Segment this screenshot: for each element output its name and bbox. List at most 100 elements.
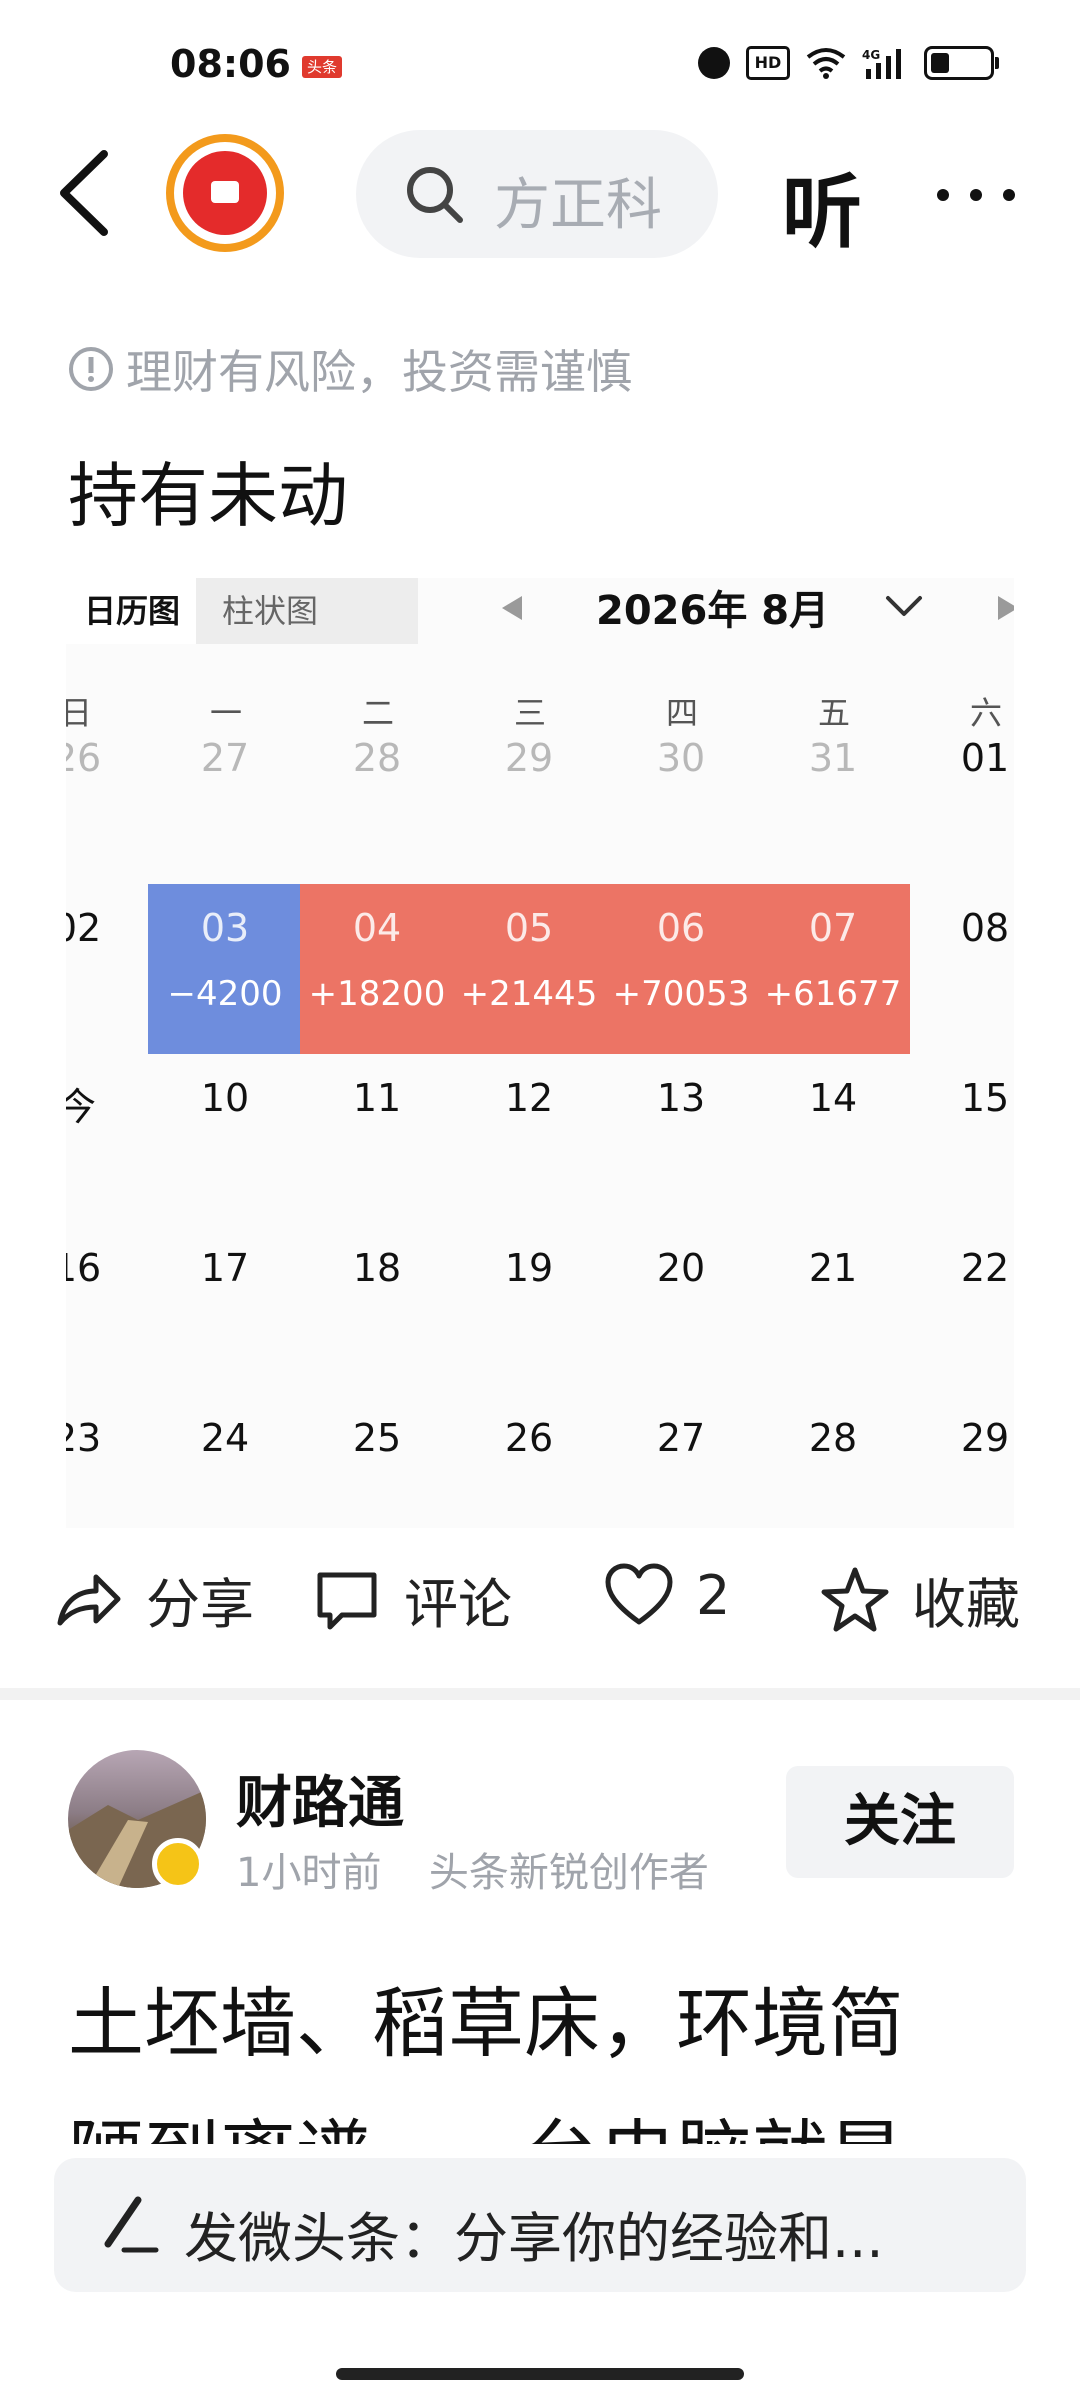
calendar-day-cell[interactable]: 16 xyxy=(66,1224,154,1394)
search-bar[interactable]: 方正科 xyxy=(356,130,718,258)
calendar-day-cell[interactable]: 19 xyxy=(452,1224,606,1394)
day-number: 27 xyxy=(656,1416,706,1460)
day-number: 29 xyxy=(504,736,554,780)
calendar-day-cell[interactable]: 29 xyxy=(452,714,606,884)
calendar-day-cell[interactable]: 22 xyxy=(908,1224,1014,1394)
back-arrow-icon[interactable] xyxy=(54,148,114,238)
tab-calendar-view[interactable]: 日历图 xyxy=(66,578,198,644)
home-indicator[interactable] xyxy=(336,2368,744,2380)
day-number: 26 xyxy=(504,1416,554,1460)
calendar-day-cell[interactable]: 12 xyxy=(452,1054,606,1224)
calendar-day-cell[interactable]: 23 xyxy=(66,1394,154,1528)
day-number: 22 xyxy=(960,1246,1010,1290)
day-number: 27 xyxy=(200,736,250,780)
calendar-day-cell[interactable]: 07 +61677 xyxy=(756,884,910,1054)
day-number: 06 xyxy=(656,906,706,950)
follow-button[interactable]: 关注 xyxy=(786,1766,1014,1878)
more-icon[interactable] xyxy=(936,188,1016,202)
day-number: 10 xyxy=(200,1076,250,1120)
day-number: 今 xyxy=(66,1085,96,1129)
day-number: 28 xyxy=(352,736,402,780)
day-number: 01 xyxy=(960,736,1010,780)
calendar-day-cell[interactable]: 29 xyxy=(908,1394,1014,1528)
svg-text:4G: 4G xyxy=(862,48,880,62)
calendar-day-cell[interactable]: 31 xyxy=(756,714,910,884)
chevron-down-icon[interactable] xyxy=(884,592,924,622)
next-month-icon[interactable] xyxy=(998,596,1014,620)
day-number: 13 xyxy=(656,1076,706,1120)
day-number: 16 xyxy=(66,1246,102,1290)
month-title[interactable]: 2026年 8月 xyxy=(596,578,829,644)
compose-bar[interactable]: 发微头条：分享你的经验和... xyxy=(54,2158,1026,2292)
calendar-day-cell[interactable]: 28 xyxy=(300,714,454,884)
calendar-day-cell[interactable]: 06 +70053 xyxy=(604,884,758,1054)
like-button[interactable]: 2 xyxy=(604,1560,730,1630)
post-title: 持有未动 xyxy=(68,455,348,537)
calendar-day-cell[interactable]: 15 xyxy=(908,1054,1014,1224)
favorite-label: 收藏 xyxy=(912,1573,1020,1636)
calendar-day-cell[interactable]: 30 xyxy=(604,714,758,884)
comment-label: 评论 xyxy=(404,1573,512,1636)
calendar-day-cell[interactable]: 11 xyxy=(300,1054,454,1224)
risk-notice: 理财有风险，投资需谨慎 xyxy=(68,336,632,402)
calendar-day-cell[interactable]: 26 xyxy=(66,714,154,884)
calendar-day-cell[interactable]: 24 xyxy=(148,1394,302,1528)
search-icon xyxy=(407,167,463,223)
calendar-day-cell[interactable]: 02 xyxy=(66,884,154,1054)
feed-title-cutoff[interactable]: 陋到离谱，一台电脑就是 xyxy=(68,2094,1048,2144)
post-time: 1小时前 xyxy=(236,1850,382,1896)
calendar-day-cell[interactable]: 26 xyxy=(452,1394,606,1528)
app-logo-icon[interactable] xyxy=(166,134,284,252)
comment-button[interactable]: 评论 xyxy=(312,1560,512,1639)
wifi-icon xyxy=(806,48,846,79)
toutiao-status-badge: 头条 xyxy=(302,56,342,78)
day-number: 28 xyxy=(808,1416,858,1460)
search-placeholder: 方正科 xyxy=(494,173,662,238)
feed-title[interactable]: 土坯墙、稻草床，环境简 xyxy=(68,1962,1048,2072)
day-pnl-amount: +18200 xyxy=(308,974,446,1014)
day-number: 20 xyxy=(656,1246,706,1290)
heart-icon xyxy=(605,1563,673,1625)
calendar-day-cell[interactable]: 13 xyxy=(604,1054,758,1224)
calendar-day-cell[interactable]: 01 xyxy=(908,714,1014,884)
creator-badge-icon xyxy=(152,1838,204,1890)
day-number: 07 xyxy=(808,906,858,950)
calendar-day-cell[interactable]: 27 xyxy=(604,1394,758,1528)
risk-notice-text: 理财有风险，投资需谨慎 xyxy=(126,345,632,399)
calendar-day-cell[interactable]: 14 xyxy=(756,1054,910,1224)
hd-icon: HD xyxy=(746,46,790,80)
day-number: 21 xyxy=(808,1246,858,1290)
calendar-day-cell[interactable]: 21 xyxy=(756,1224,910,1394)
calendar-day-cell[interactable]: 04 +18200 xyxy=(300,884,454,1054)
day-number: 29 xyxy=(960,1416,1010,1460)
calendar-day-cell[interactable]: 17 xyxy=(148,1224,302,1394)
calendar-day-cell[interactable]: 27 xyxy=(148,714,302,884)
calendar-day-cell[interactable]: 10 xyxy=(148,1054,302,1224)
calendar-day-cell[interactable]: 25 xyxy=(300,1394,454,1528)
day-number: 18 xyxy=(352,1246,402,1290)
author-tag: 头条新锐创作者 xyxy=(428,1850,709,1896)
calendar-day-cell[interactable]: 28 xyxy=(756,1394,910,1528)
calendar-day-cell[interactable]: 20 xyxy=(604,1224,758,1394)
share-label: 分享 xyxy=(146,1573,254,1636)
compose-placeholder: 发微头条：分享你的经验和... xyxy=(184,2207,884,2270)
prev-month-icon[interactable] xyxy=(502,596,522,620)
calendar-day-cell[interactable]: 08 xyxy=(908,884,1014,1054)
listen-button[interactable]: 听 xyxy=(782,148,862,264)
status-icons: HD 4G xyxy=(698,46,999,80)
day-number: 30 xyxy=(656,736,706,780)
day-number: 12 xyxy=(504,1076,554,1120)
day-number: 31 xyxy=(808,736,858,780)
day-pnl-amount: −4200 xyxy=(167,974,283,1014)
calendar-day-cell[interactable]: 05 +21445 xyxy=(452,884,606,1054)
share-button[interactable]: 分享 xyxy=(54,1560,254,1639)
favorite-button[interactable]: 收藏 xyxy=(820,1560,1020,1639)
calendar-day-cell[interactable]: 18 xyxy=(300,1224,454,1394)
calendar-day-cell[interactable]: 今 xyxy=(66,1054,154,1224)
tab-bar-chart-view[interactable]: 柱状图 xyxy=(196,578,418,644)
calendar-day-cell[interactable]: 03 −4200 xyxy=(148,884,302,1054)
day-number: 03 xyxy=(200,906,250,950)
author-name[interactable]: 财路通 xyxy=(236,1758,404,1839)
day-number: 17 xyxy=(200,1246,250,1290)
day-number: 15 xyxy=(960,1076,1010,1120)
